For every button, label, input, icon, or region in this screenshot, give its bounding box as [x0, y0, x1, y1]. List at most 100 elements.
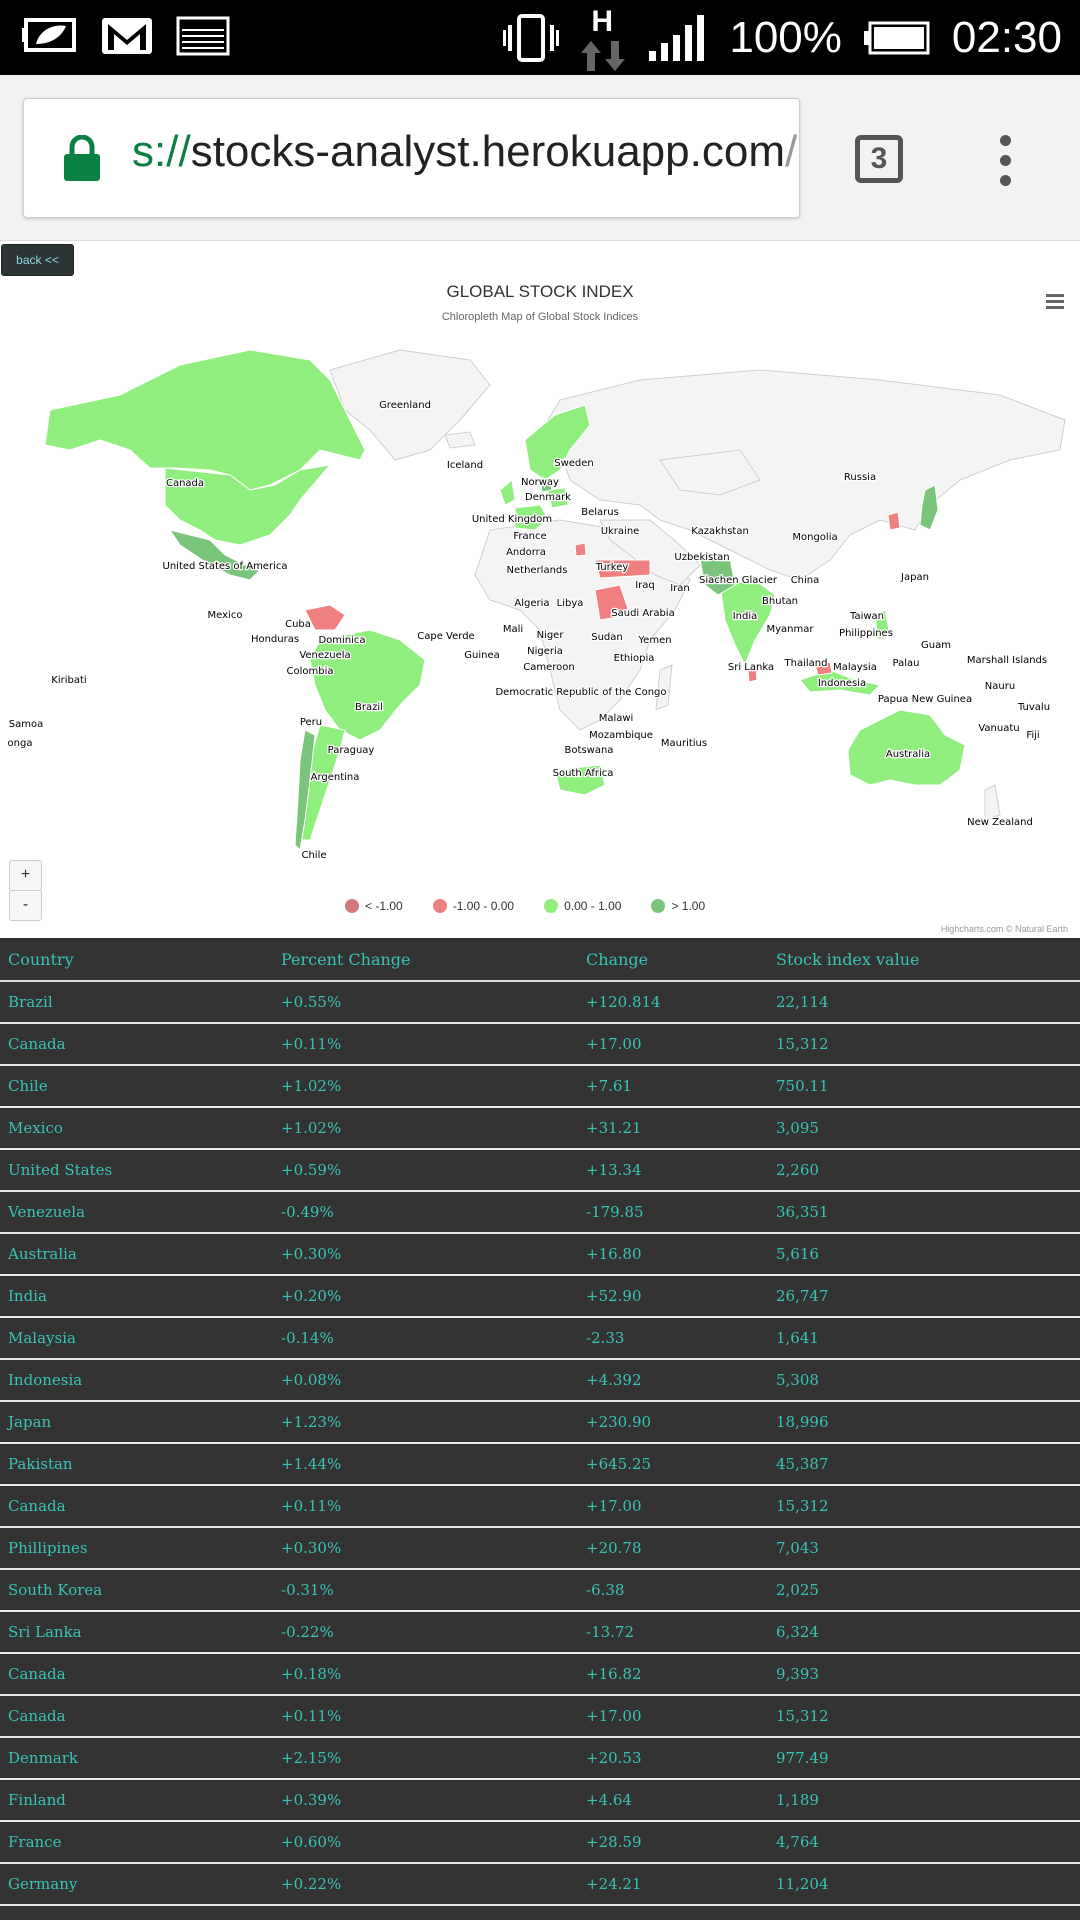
- cell-stock-index-value: 15,312: [768, 1485, 1080, 1528]
- cell-stock-index-value: 22,114: [768, 981, 1080, 1024]
- chart-credits[interactable]: Highcharts.com © Natural Earth: [941, 924, 1068, 934]
- cell-change: +4.64: [578, 1779, 768, 1822]
- map-label-iran: Iran: [670, 583, 690, 594]
- cell-change: -13.72: [578, 1611, 768, 1654]
- cell-stock-index-value: 7,043: [768, 1527, 1080, 1570]
- table-row: United States +0.59% +13.34 2,260: [0, 1149, 1080, 1192]
- cell-country: Mexico: [0, 1107, 273, 1150]
- cell-stock-index-value: 4,764: [768, 1821, 1080, 1864]
- legend-item[interactable]: 0.00 - 1.00: [544, 899, 621, 913]
- table-row: Greece-1.08%-0.3430.93: [0, 1905, 1080, 1920]
- map-label-mexico: Mexico: [208, 610, 243, 621]
- table-row: Finland +0.39% +4.64 1,189: [0, 1779, 1080, 1822]
- cell-percent-change: +0.18%: [273, 1653, 578, 1696]
- cell-country: France: [0, 1821, 273, 1864]
- map-label-new-zealand: New Zealand: [967, 817, 1033, 828]
- cell-percent-change: +0.60%: [273, 1821, 578, 1864]
- cell-change: +17.00: [578, 1695, 768, 1738]
- table-row: Indonesia +0.08% +4.392 5,308: [0, 1359, 1080, 1402]
- cell-stock-index-value: 26,747: [768, 1275, 1080, 1318]
- overflow-menu-icon[interactable]: [1000, 135, 1012, 187]
- network-type-icon: H: [581, 3, 627, 73]
- map-label-india: India: [733, 611, 758, 622]
- legend-label: -1.00 - 0.00: [452, 899, 515, 913]
- cell-percent-change: +0.59%: [273, 1149, 578, 1192]
- stock-table: Country Percent Change Change Stock inde…: [0, 938, 1080, 1920]
- cell-percent-change: +0.30%: [273, 1233, 578, 1276]
- url-text[interactable]: s://stocks-analyst.herokuapp.com/r: [132, 127, 799, 177]
- cell-country: Japan: [0, 1401, 273, 1444]
- map-label-taiwan: Taiwan: [849, 611, 884, 622]
- map-label-tonga: onga: [8, 738, 33, 749]
- map-label-cameroon: Cameroon: [523, 662, 574, 673]
- map-label-united-kingdom: United Kingdom: [472, 514, 552, 525]
- map-label-ukraine: Ukraine: [601, 526, 640, 537]
- cell-stock-index-value: 977.49: [768, 1737, 1080, 1780]
- map-label-china: China: [791, 575, 820, 586]
- network-type-label: H: [591, 4, 614, 38]
- legend-swatch: [345, 899, 359, 913]
- cell-country: Canada: [0, 1485, 273, 1528]
- legend-item[interactable]: > 1.00: [651, 899, 705, 913]
- cell-stock-index-value: 5,308: [768, 1359, 1080, 1402]
- map-label-honduras: Honduras: [251, 634, 299, 645]
- map-label-philippines: Philippines: [839, 628, 893, 639]
- table-header-row: Country Percent Change Change Stock inde…: [0, 938, 1080, 982]
- cell-country: Phillipines: [0, 1527, 273, 1570]
- cell-country: South Korea: [0, 1569, 273, 1612]
- zoom-out-button[interactable]: -: [9, 890, 42, 921]
- cell-country: Canada: [0, 1695, 273, 1738]
- map-label-indonesia: Indonesia: [818, 678, 866, 689]
- map-label-dr-congo: Democratic Republic of the Congo: [495, 687, 666, 698]
- tab-switcher-button[interactable]: 3: [855, 135, 903, 183]
- table-row: Australia +0.30% +16.80 5,616: [0, 1233, 1080, 1276]
- cell-stock-index-value: 36,351: [768, 1191, 1080, 1234]
- map-label-mongolia: Mongolia: [792, 532, 837, 543]
- cell-percent-change: +0.39%: [273, 1779, 578, 1822]
- stock-table-container[interactable]: Country Percent Change Change Stock inde…: [0, 938, 1080, 1920]
- legend-label: > 1.00: [671, 899, 706, 913]
- map-label-libya: Libya: [557, 598, 584, 609]
- legend-item[interactable]: < -1.00: [345, 899, 403, 913]
- table-row: Canada +0.18% +16.82 9,393: [0, 1653, 1080, 1696]
- world-map[interactable]: Greenland Iceland Sweden Norway Denmark …: [0, 340, 1080, 880]
- map-label-iraq: Iraq: [635, 580, 655, 591]
- gallery-icon: [176, 16, 230, 56]
- cell-country: Brazil: [0, 981, 273, 1024]
- cell-change: +20.78: [578, 1527, 768, 1570]
- legend-item[interactable]: -1.00 - 0.00: [432, 899, 515, 913]
- map-label-netherlands: Netherlands: [507, 565, 568, 576]
- map-label-norway: Norway: [521, 477, 559, 488]
- map-label-colombia: Colombia: [287, 666, 334, 677]
- cell-change: +24.21: [578, 1863, 768, 1906]
- map-label-bhutan: Bhutan: [762, 596, 798, 607]
- clock: 02:30: [951, 12, 1062, 62]
- map-label-venezuela: Venezuela: [299, 650, 350, 661]
- zoom-in-button[interactable]: +: [9, 860, 42, 891]
- cell-change: +230.90: [578, 1401, 768, 1444]
- map-label-turkey: Turkey: [595, 562, 629, 573]
- cell-change: +645.25: [578, 1443, 768, 1486]
- legend-swatch: [432, 899, 447, 913]
- address-bar[interactable]: s://stocks-analyst.herokuapp.com/r: [23, 98, 800, 218]
- cell-change: +17.00: [578, 1023, 768, 1066]
- table-row: Mexico +1.02% +31.21 3,095: [0, 1107, 1080, 1150]
- cell-country: Greece: [0, 1905, 273, 1920]
- back-button[interactable]: back <<: [1, 244, 74, 276]
- map-label-niger: Niger: [537, 630, 565, 641]
- cell-stock-index-value: 45,387: [768, 1443, 1080, 1486]
- table-row: Sri Lanka -0.22% -13.72 6,324: [0, 1611, 1080, 1654]
- cell-percent-change: +1.44%: [273, 1443, 578, 1486]
- map-label-siachen-glacier: Siachen Glacier: [699, 575, 778, 586]
- cell-change: -0.34: [578, 1905, 768, 1920]
- cell-change: +20.53: [578, 1737, 768, 1780]
- cell-stock-index-value: 15,312: [768, 1695, 1080, 1738]
- cell-change: +16.82: [578, 1653, 768, 1696]
- table-row: Denmark +2.15% +20.53 977.49: [0, 1737, 1080, 1780]
- cell-country: United States: [0, 1149, 273, 1192]
- map-label-greenland: Greenland: [379, 400, 431, 411]
- chart-subtitle: Chloropleth Map of Global Stock Indices: [441, 311, 639, 323]
- chart-menu-icon[interactable]: [1046, 294, 1064, 310]
- map-label-papua-new-guinea: Papua New Guinea: [878, 694, 972, 705]
- cell-percent-change: +0.11%: [273, 1485, 578, 1528]
